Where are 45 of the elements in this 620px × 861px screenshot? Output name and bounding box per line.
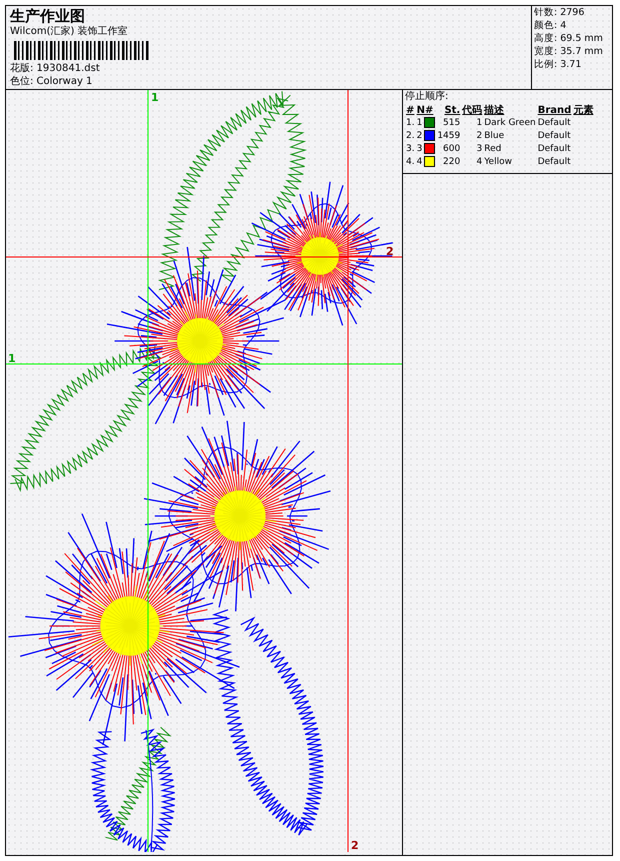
- design-info: 宽度: 35.7 mm: [534, 46, 604, 58]
- table-cell-text: 2: [476, 130, 484, 143]
- table-cell-text: Default: [536, 117, 572, 130]
- column-header: Brand: [536, 104, 572, 117]
- guide-label: 1: [151, 91, 159, 104]
- colorway-label: 色位: Colorway 1: [10, 76, 94, 88]
- company-name: Wilcom(汇家) 装饰工作室: [10, 26, 129, 38]
- table-cell-text: 515: [442, 117, 462, 130]
- table-cell: 3: [416, 143, 424, 156]
- table-cell: 1: [416, 117, 424, 130]
- table-cell: 3.: [405, 143, 416, 156]
- table-cell: 1459: [436, 130, 462, 143]
- table-cell: 2.: [405, 130, 416, 143]
- worksheet-title: 生产作业图: [10, 7, 86, 25]
- table-cell: 2: [416, 130, 424, 143]
- table-cell-text: Blue: [483, 130, 506, 143]
- guide-label: 2: [386, 245, 394, 258]
- column-header: N#: [416, 104, 434, 117]
- table-cell: 4: [416, 156, 424, 169]
- table-cell: Dark Green: [483, 117, 537, 130]
- column-header: 描述: [483, 104, 506, 117]
- guide-label: 1: [8, 352, 16, 365]
- stop-sequence-title: 停止顺序:: [405, 91, 450, 103]
- table-cell-text: Default: [536, 156, 572, 169]
- table-cell: 1.: [405, 117, 416, 130]
- table-cell-text: 4: [476, 156, 484, 169]
- table-cell: 4.: [405, 156, 416, 169]
- guide-label: 2: [351, 839, 359, 852]
- table-cell-text: 600: [442, 143, 462, 156]
- design-info: 颜色: 4: [534, 20, 568, 32]
- design-file: 花版: 1930841.dst: [10, 63, 101, 75]
- table-cell-text: Yellow: [483, 156, 513, 169]
- table-cell-text: 220: [442, 156, 462, 169]
- design-info: 高度: 69.5 mm: [534, 33, 604, 45]
- column-header: #: [405, 104, 416, 117]
- design-info: 比例: 3.71: [534, 59, 582, 71]
- column-header: 代码: [461, 104, 484, 117]
- table-cell-text: 1: [476, 117, 484, 130]
- table-cell-text: Red: [483, 143, 502, 156]
- table-cell-text: Default: [536, 130, 572, 143]
- table-cell-text: 3: [476, 143, 484, 156]
- table-cell-text: Default: [536, 143, 572, 156]
- column-header: St.: [443, 104, 462, 117]
- column-header: 元素: [572, 104, 594, 117]
- design-info: 针数: 2796: [534, 7, 586, 19]
